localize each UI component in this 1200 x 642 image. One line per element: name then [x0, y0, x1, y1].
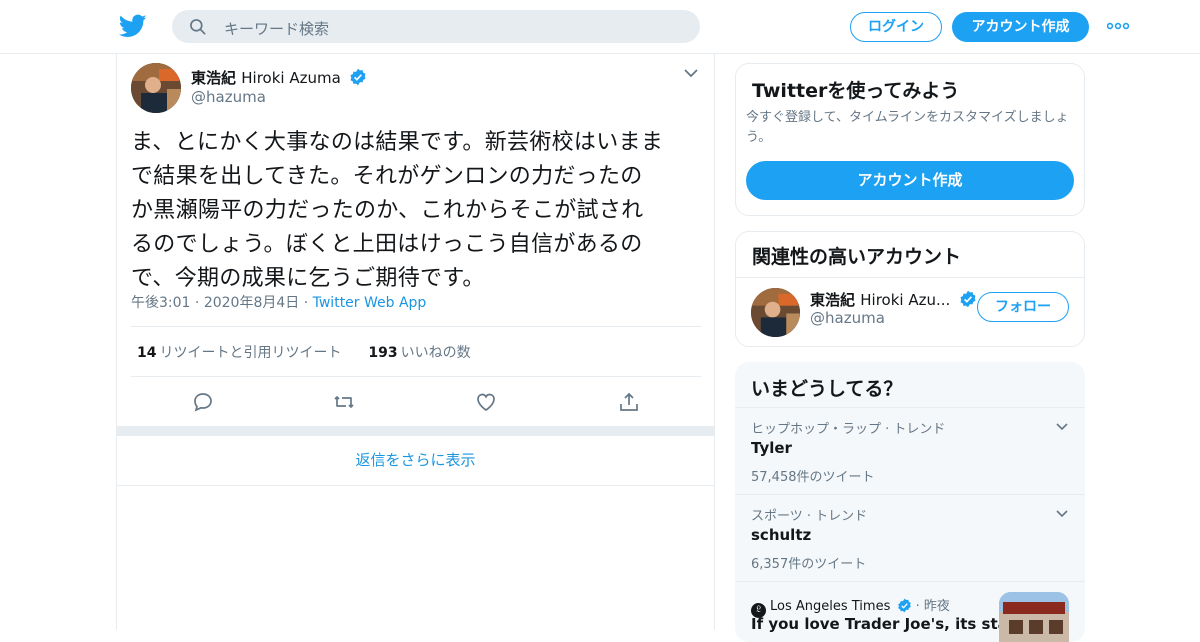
- author-name-latin: Hiroki Azuma: [241, 69, 341, 87]
- retweet-icon[interactable]: [332, 390, 356, 414]
- tweet-stats: 14 リツイートと引用リツイート 193 いいねの数: [137, 342, 471, 362]
- chevron-down-icon[interactable]: [1055, 509, 1069, 518]
- author-handle[interactable]: @hazuma: [191, 88, 266, 106]
- tweet-source-app[interactable]: Twitter Web App: [313, 295, 427, 311]
- verified-badge-icon: [960, 290, 976, 308]
- related-accounts-card: 関連性の高いアカウント 東浩紀 Hiroki Azu... @hazuma フォ…: [735, 231, 1085, 347]
- signup-card-title: Twitterを使ってみよう: [752, 80, 960, 102]
- tweet-text-line: で結果を出してきた。それがゲンロンの力だったの: [131, 164, 643, 189]
- avatar[interactable]: [131, 63, 181, 113]
- divider: [736, 277, 1084, 278]
- trend-name: schultz: [751, 526, 812, 544]
- news-headline: If you love Trader Joe's, its stances: [751, 615, 1001, 633]
- twitter-logo-icon[interactable]: [118, 12, 148, 40]
- section-divider: [117, 426, 714, 436]
- tweet-time[interactable]: 午後3:01: [131, 295, 190, 311]
- news-item[interactable]: 𝔏 Los Angeles Times · 昨夜 If you love Trad…: [735, 581, 1085, 642]
- tweet-text-line: で、今期の成果に乞うご期待です。: [131, 266, 485, 291]
- author-name-jp: 東浩紀: [191, 69, 237, 87]
- retweet-stat[interactable]: 14 リツイートと引用リツイート: [137, 345, 341, 361]
- verified-badge-icon: [350, 68, 366, 86]
- verified-badge-icon: [897, 598, 911, 613]
- separator-dot: ·: [915, 599, 924, 614]
- trend-count: 57,458件のツイート: [751, 470, 875, 485]
- related-account-handle[interactable]: @hazuma: [810, 309, 885, 327]
- trend-category: ヒップホップ・ラップ · トレンド: [751, 422, 946, 437]
- trends-title: いまどうしてる？: [751, 378, 903, 400]
- like-stat[interactable]: 193 いいねの数: [368, 345, 470, 361]
- reply-icon[interactable]: [191, 390, 215, 414]
- top-header: キーワード検索 ログイン アカウント作成: [0, 0, 1200, 54]
- trend-item[interactable]: ヒップホップ・ラップ · トレンド Tyler 57,458件のツイート: [735, 407, 1085, 494]
- tweet-detail: 東浩紀 Hiroki Azuma @hazuma ま、とにかく大事なのは結果です…: [116, 54, 715, 630]
- share-icon[interactable]: [617, 390, 641, 414]
- tweet-text: ま、とにかく大事なのは結果です。新芸術校はいまま で結果を出してきた。それがゲン…: [131, 126, 705, 296]
- follow-button[interactable]: フォロー: [977, 292, 1069, 322]
- chevron-down-icon[interactable]: [1055, 422, 1069, 431]
- like-label: いいねの数: [400, 345, 471, 361]
- tweet-text-line: るのでしょう。ぼくと上田はけっこう自信があるの: [131, 232, 643, 257]
- tweet-metadata: 午後3:01 · 2020年8月4日 · Twitter Web App: [131, 292, 426, 312]
- search-box[interactable]: キーワード検索: [172, 10, 700, 43]
- create-account-button[interactable]: アカウント作成: [746, 161, 1074, 200]
- separator-dot: ·: [303, 295, 313, 311]
- tweet-date[interactable]: 2020年8月4日: [204, 295, 299, 311]
- login-button[interactable]: ログイン: [850, 12, 942, 42]
- related-account-name[interactable]: 東浩紀 Hiroki Azu...: [810, 289, 977, 310]
- divider: [131, 376, 701, 377]
- avatar[interactable]: [751, 288, 800, 337]
- show-more-replies-link[interactable]: 返信をさらに表示: [117, 436, 714, 486]
- trend-category: スポーツ · トレンド: [751, 509, 868, 524]
- news-thumbnail: [999, 592, 1069, 642]
- related-accounts-title: 関連性の高いアカウント: [752, 246, 962, 268]
- like-icon[interactable]: [474, 390, 498, 414]
- tweet-text-line: ま、とにかく大事なのは結果です。新芸術校はいまま: [131, 130, 664, 155]
- signup-card-description: 今すぐ登録して、タイムラインをカスタマイズしましょう。: [746, 110, 1069, 145]
- trend-item[interactable]: スポーツ · トレンド schultz 6,357件のツイート: [735, 494, 1085, 581]
- chevron-down-icon[interactable]: [683, 68, 699, 78]
- like-count: 193: [368, 345, 398, 361]
- trends-card: いまどうしてる？ ヒップホップ・ラップ · トレンド Tyler 57,458件…: [735, 362, 1085, 642]
- signup-button[interactable]: アカウント作成: [952, 12, 1089, 42]
- divider: [131, 326, 701, 327]
- author-name[interactable]: 東浩紀 Hiroki Azuma: [191, 67, 367, 88]
- retweet-label: リツイートと引用リツイート: [159, 345, 342, 361]
- related-name-latin: Hiroki Azu...: [860, 291, 951, 309]
- news-source-name: Los Angeles Times: [770, 599, 891, 614]
- more-icon[interactable]: [1107, 22, 1129, 30]
- separator-dot: ·: [194, 295, 204, 311]
- signup-card: Twitterを使ってみよう 今すぐ登録して、タイムラインをカスタマイズしましょ…: [735, 63, 1085, 216]
- search-input[interactable]: キーワード検索: [224, 18, 329, 39]
- trend-name: Tyler: [751, 439, 792, 457]
- search-icon: [190, 19, 206, 35]
- related-name-jp: 東浩紀: [810, 291, 856, 309]
- retweet-count: 14: [137, 345, 157, 361]
- news-time: 昨夜: [923, 599, 950, 614]
- trend-count: 6,357件のツイート: [751, 557, 867, 572]
- tweet-text-line: か黒瀬陽平の力だったのか、これからそこが試され: [131, 198, 644, 223]
